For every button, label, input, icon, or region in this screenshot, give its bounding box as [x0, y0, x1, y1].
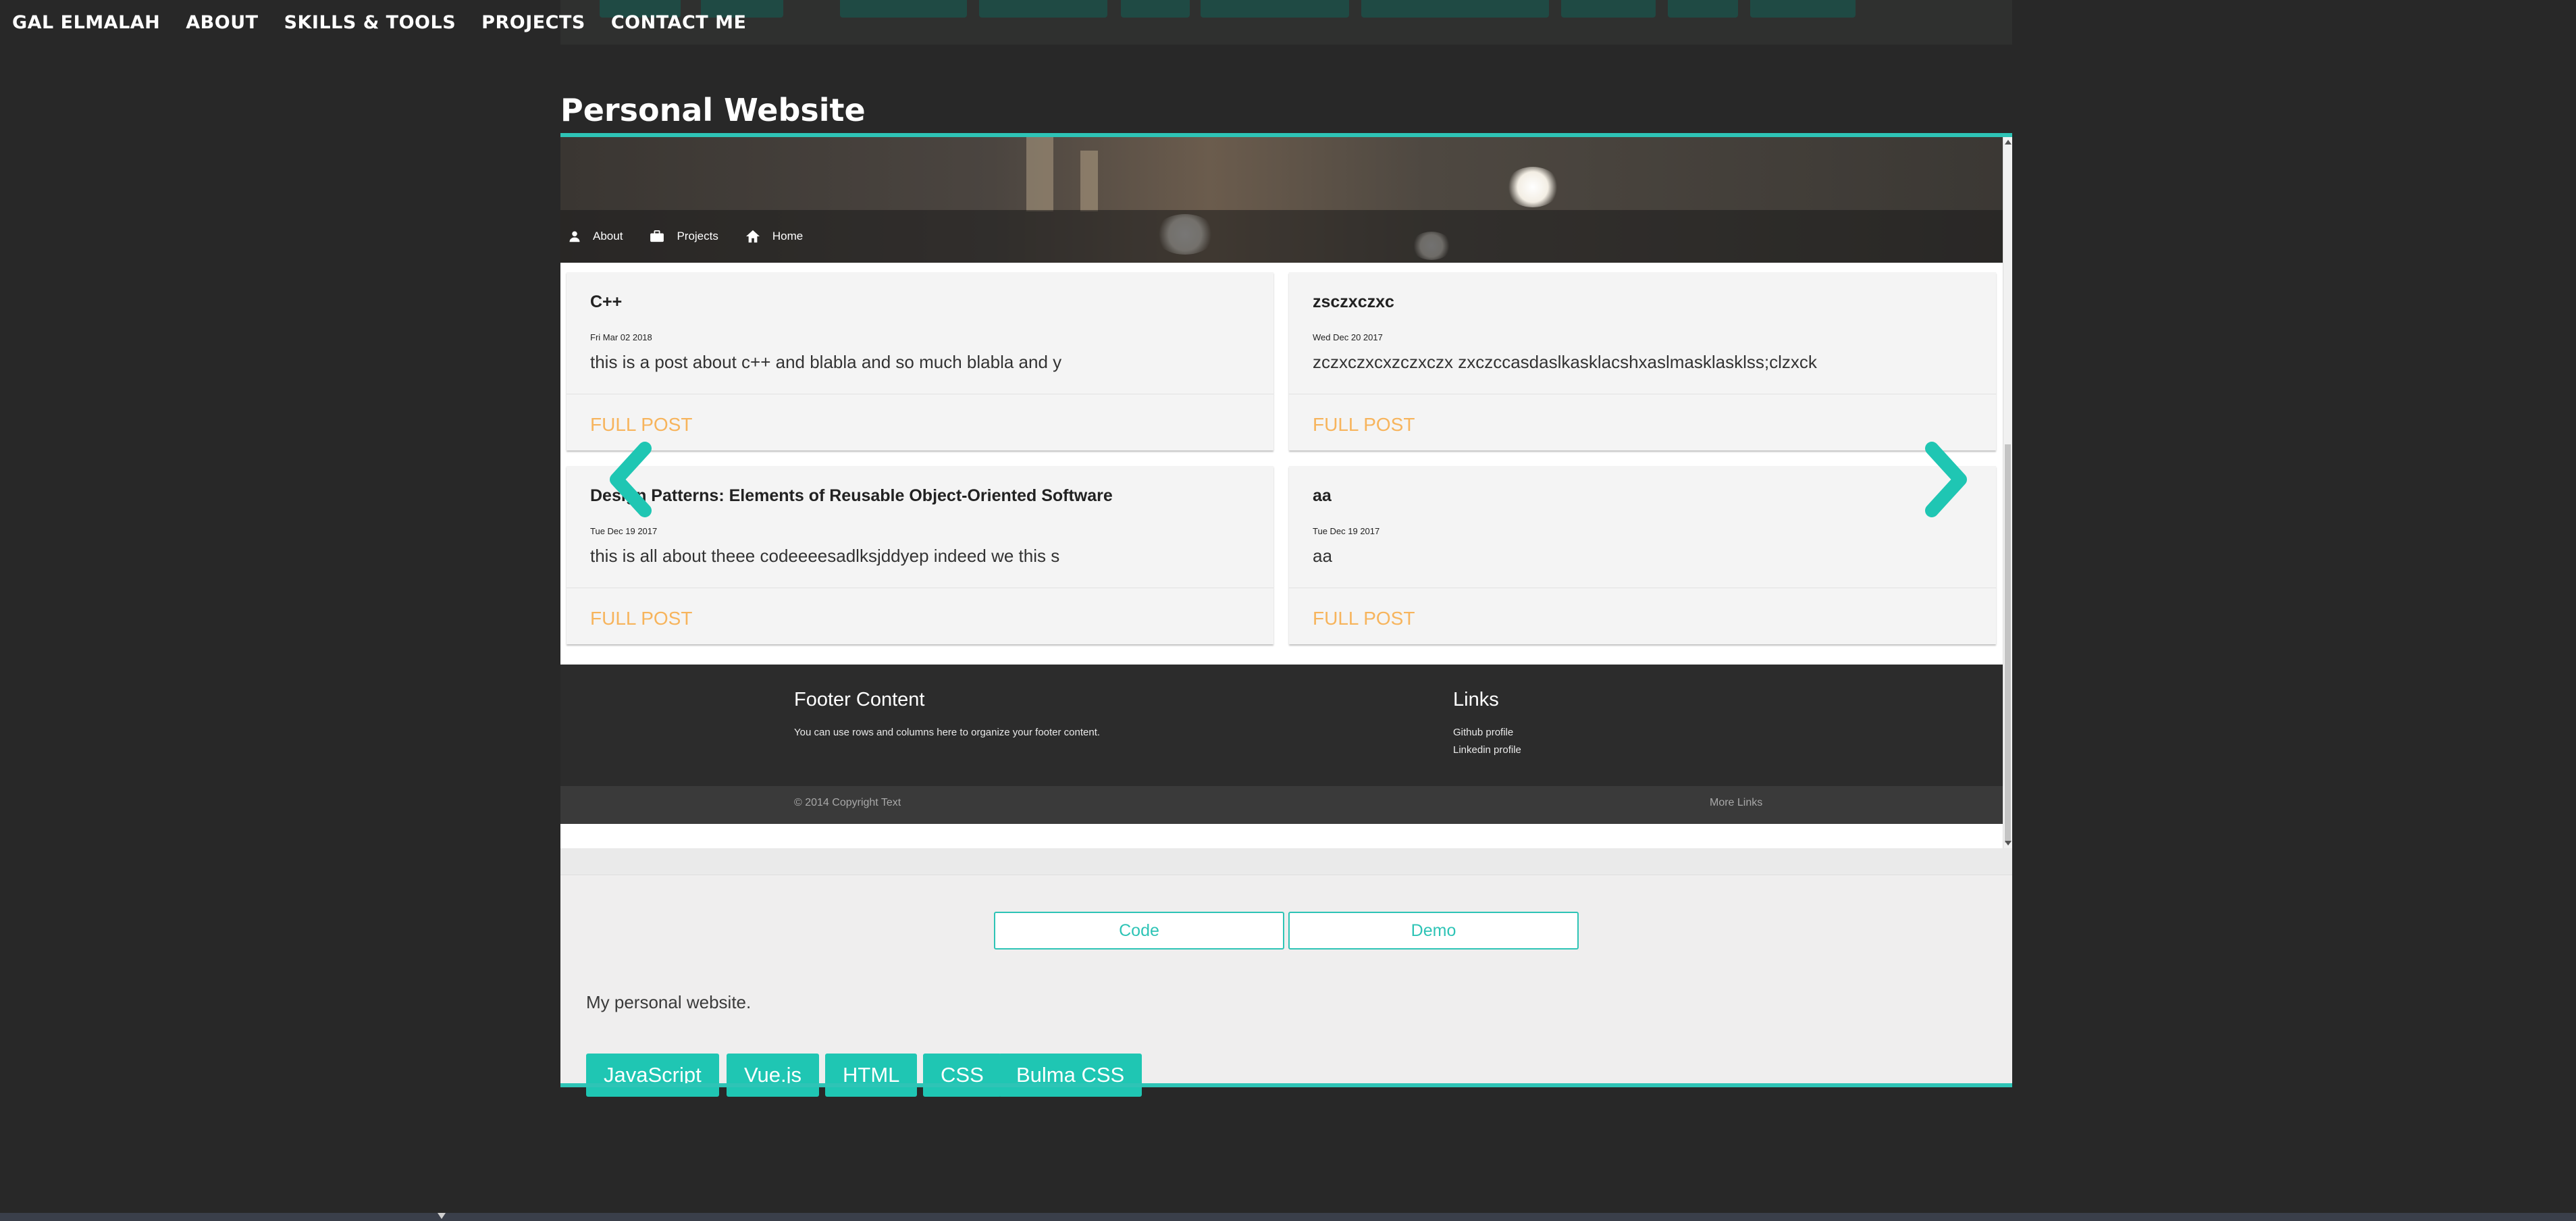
- briefcase-icon: [650, 230, 664, 242]
- chevron-left-icon[interactable]: [604, 440, 658, 521]
- linkedin-link[interactable]: Linkedin profile: [1453, 744, 1521, 756]
- nav-skills-tools[interactable]: SKILLS & TOOLS: [284, 12, 456, 33]
- tag-bulma-css: Bulma CSS: [999, 1054, 1142, 1097]
- footer-heading: Footer Content: [794, 689, 925, 710]
- copyright-bar: © 2014 Copyright Text More Links: [560, 786, 2003, 824]
- github-link[interactable]: Github profile: [1453, 727, 1513, 738]
- tag-css: CSS: [923, 1054, 1001, 1097]
- nav-about[interactable]: ABOUT: [186, 12, 258, 33]
- caret-down-icon: [438, 1213, 446, 1219]
- screenshot-nav-label: Projects: [677, 230, 718, 242]
- project-details: Code Demo My personal website. JavaScrip…: [560, 848, 2012, 1097]
- post-card: Design Patterns: Elements of Reusable Ob…: [567, 466, 1273, 644]
- full-post-link[interactable]: FULL POST: [1313, 414, 1415, 436]
- screenshot-nav-projects[interactable]: Projects: [650, 230, 718, 243]
- nav-contact-me[interactable]: CONTACT ME: [611, 12, 747, 33]
- screenshot-hero: About Projects Home: [560, 137, 2003, 263]
- copyright-text: © 2014 Copyright Text: [794, 797, 901, 808]
- project-title: Personal Website: [560, 92, 866, 128]
- screenshot-nav-home[interactable]: Home: [745, 230, 803, 243]
- home-icon: [745, 230, 760, 243]
- nav-brand[interactable]: GAL ELMALAH: [12, 12, 160, 33]
- details-separator: [560, 848, 2012, 875]
- post-card: zsczxczxc Wed Dec 20 2017 zczxczxcxzczxc…: [1289, 272, 1996, 450]
- full-post-link[interactable]: FULL POST: [590, 608, 692, 629]
- project-bottom-rule: [560, 1083, 2012, 1087]
- nav-projects[interactable]: PROJECTS: [481, 12, 585, 33]
- post-card: aa Tue Dec 19 2017 aa FULL POST: [1289, 466, 1996, 644]
- hero-light-beam: [1080, 151, 1098, 211]
- tag-vuejs: Vue.js: [727, 1054, 820, 1097]
- chevron-right-icon[interactable]: [1918, 440, 1972, 521]
- post-excerpt: zczxczxcxzczxczx zxczccasdaslkasklacshxa…: [1313, 352, 1817, 372]
- screenshot-footer: Footer Content You can use rows and colu…: [560, 665, 2003, 786]
- post-title: aa: [1313, 486, 1332, 505]
- post-title: zsczxczxc: [1313, 292, 1394, 311]
- post-date: Tue Dec 19 2017: [1313, 526, 1380, 536]
- post-date: Fri Mar 02 2018: [590, 332, 652, 342]
- post-excerpt: aa: [1313, 546, 1332, 566]
- screenshot-nav-about[interactable]: About: [569, 230, 623, 243]
- full-post-link[interactable]: FULL POST: [590, 414, 692, 436]
- post-date: Tue Dec 19 2017: [590, 526, 658, 536]
- tag-html: HTML: [825, 1054, 918, 1097]
- post-title: Design Patterns: Elements of Reusable Ob…: [590, 486, 1113, 505]
- scroll-down-arrow[interactable]: [2005, 841, 2012, 846]
- scroll-thumb[interactable]: [2005, 444, 2011, 843]
- window-edge-bar: [0, 1213, 2576, 1221]
- screenshot-scrollbar[interactable]: [2003, 137, 2012, 848]
- post-date: Wed Dec 20 2017: [1313, 332, 1383, 342]
- more-links[interactable]: More Links: [1710, 797, 1762, 809]
- post-title: C++: [590, 292, 623, 311]
- post-excerpt: this is a post about c++ and blabla and …: [590, 352, 1062, 372]
- project-description: My personal website.: [586, 992, 752, 1012]
- scroll-up-arrow[interactable]: [2005, 140, 2012, 145]
- footer-links-heading: Links: [1453, 689, 1499, 710]
- project-card: Personal Website About Projects Home C++…: [560, 45, 2012, 1097]
- full-post-link[interactable]: FULL POST: [1313, 608, 1415, 629]
- demo-button[interactable]: Demo: [1288, 912, 1579, 950]
- footer-text: You can use rows and columns here to org…: [794, 727, 1101, 738]
- person-icon: [569, 231, 580, 242]
- post-card: C++ Fri Mar 02 2018 this is a post about…: [567, 272, 1273, 450]
- screenshot-nav-label: About: [593, 230, 623, 242]
- project-screenshot: About Projects Home C++ Fri Mar 02 2018 …: [560, 137, 2012, 848]
- tag-javascript: JavaScript: [586, 1054, 719, 1097]
- screenshot-nav-label: Home: [772, 230, 804, 242]
- hero-lamp: [1506, 167, 1560, 207]
- code-button[interactable]: Code: [994, 912, 1284, 950]
- post-excerpt: this is all about theee codeeeesadlksjdd…: [590, 546, 1060, 566]
- hero-light-beam: [1026, 137, 1053, 211]
- screenshot-nav: About Projects Home: [560, 210, 2003, 263]
- top-navigation: GAL ELMALAH ABOUT SKILLS & TOOLS PROJECT…: [0, 0, 2012, 45]
